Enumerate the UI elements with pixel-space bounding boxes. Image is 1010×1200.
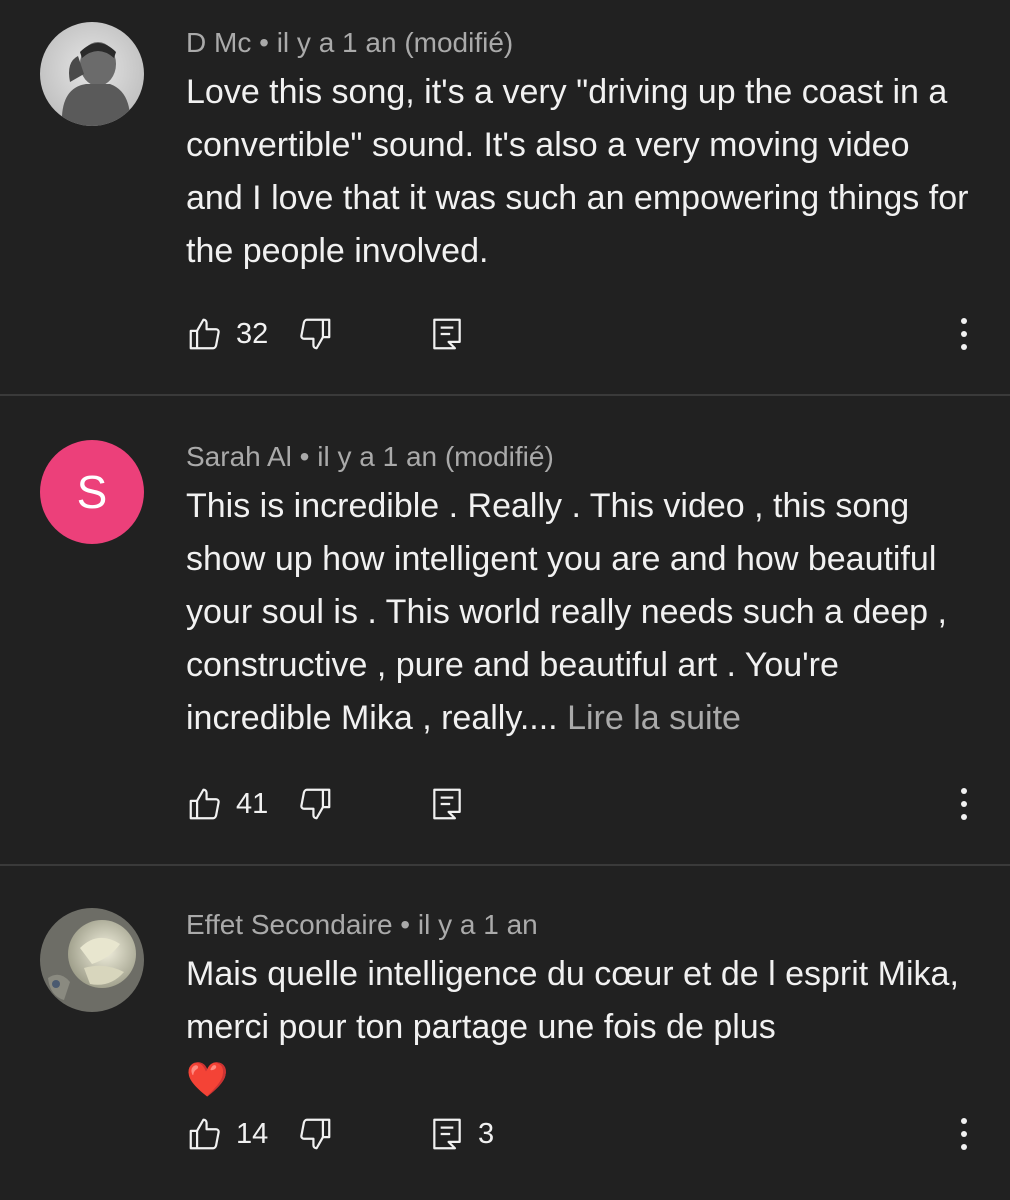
thumb-up-icon <box>189 318 220 350</box>
more-vertical-icon <box>961 318 967 350</box>
comment-3: Effet Secondaire • il y a 1 an Mais quel… <box>0 866 1010 1200</box>
avatar[interactable]: S <box>40 440 144 544</box>
more-vertical-icon <box>961 788 967 820</box>
like-count: 41 <box>236 787 269 820</box>
comment-actions: 32 <box>186 314 974 354</box>
avatar[interactable] <box>40 22 144 126</box>
reply-button[interactable] <box>428 315 548 353</box>
author-name[interactable]: D Mc <box>186 27 251 58</box>
comment-2: S Sarah Al • il y a 1 an (modifié) This … <box>0 396 1010 866</box>
comment-actions: 14 3 <box>186 1114 974 1154</box>
like-count: 32 <box>236 317 269 350</box>
like-count: 14 <box>236 1117 269 1150</box>
comment-meta: Sarah Al • il y a 1 an (modifié) <box>186 440 970 474</box>
comment-meta: D Mc • il y a 1 an (modifié) <box>186 26 970 60</box>
comment-time: il y a 1 an <box>417 909 538 940</box>
more-menu-button[interactable] <box>954 1116 974 1152</box>
dislike-button[interactable] <box>296 1115 428 1153</box>
reply-count: 3 <box>478 1117 495 1150</box>
reply-button[interactable] <box>428 785 548 823</box>
author-name[interactable]: Sarah Al <box>186 441 292 472</box>
author-name[interactable]: Effet Secondaire <box>186 909 393 940</box>
avatar-photo-icon <box>40 22 144 126</box>
reply-comment-icon <box>433 1118 461 1150</box>
dislike-button[interactable] <box>296 315 428 353</box>
like-button[interactable]: 14 <box>186 1115 296 1153</box>
comment-time: il y a 1 an (modifié) <box>276 27 514 58</box>
avatar-photo-icon <box>40 908 144 1012</box>
comment-time: il y a 1 an (modifié) <box>317 441 554 472</box>
comment-meta: Effet Secondaire • il y a 1 an <box>186 908 970 942</box>
like-button[interactable]: 41 <box>186 785 296 823</box>
comment-text-block: This is incredible . Really . This video… <box>186 480 970 745</box>
thumb-down-icon <box>300 318 331 350</box>
comment-text: Mais quelle intelligence du cœur et de l… <box>186 955 959 1046</box>
thumb-down-icon <box>300 788 331 820</box>
meta-separator: • <box>259 27 269 58</box>
thumb-up-icon <box>189 788 220 820</box>
meta-separator: • <box>299 441 310 472</box>
more-menu-button[interactable] <box>954 786 974 822</box>
avatar[interactable] <box>40 908 144 1012</box>
comment-actions: 41 <box>186 784 974 824</box>
more-vertical-icon <box>961 1118 967 1150</box>
comment-text-block: Mais quelle intelligence du cœur et de l… <box>186 948 970 1107</box>
heart-emoji: ❤️ <box>186 1061 229 1099</box>
comment-1: D Mc • il y a 1 an (modifié) Love this s… <box>0 0 1010 396</box>
avatar-letter: S <box>76 466 108 518</box>
meta-separator: • <box>400 909 411 940</box>
reply-comment-icon <box>433 788 461 820</box>
thumb-up-icon <box>189 1118 220 1150</box>
more-menu-button[interactable] <box>954 316 974 352</box>
read-more-link[interactable]: Lire la suite <box>567 699 741 737</box>
like-button[interactable]: 32 <box>186 315 296 353</box>
thumb-down-icon <box>300 1118 331 1150</box>
dislike-button[interactable] <box>296 785 428 823</box>
comment-text: Love this song, it's a very "driving up … <box>186 73 969 270</box>
reply-comment-icon <box>433 318 461 350</box>
reply-button[interactable]: 3 <box>428 1115 548 1153</box>
